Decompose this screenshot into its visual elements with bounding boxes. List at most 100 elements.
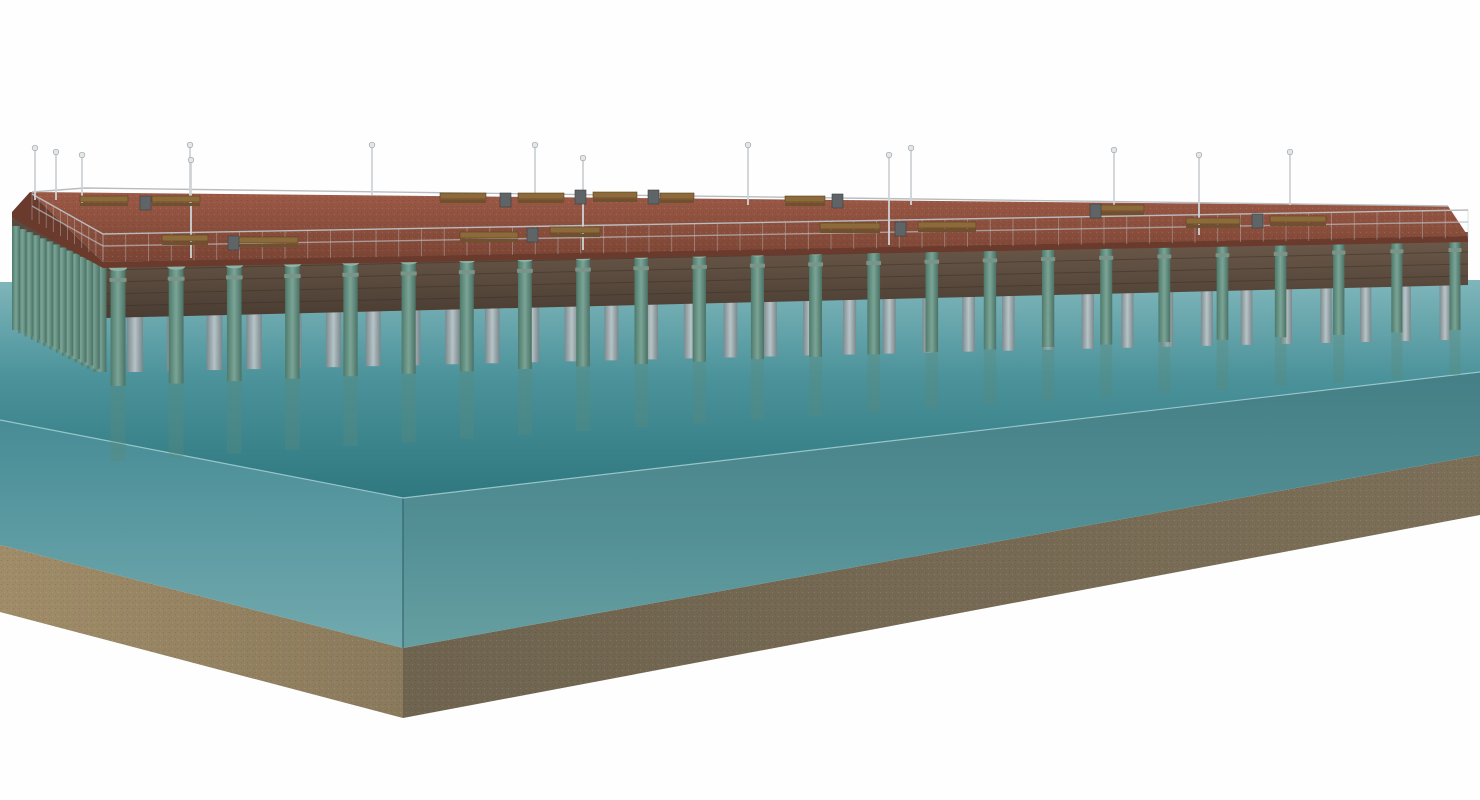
- lamp-head: [531, 141, 539, 149]
- bench: [439, 192, 487, 200]
- pile-band: [575, 267, 591, 272]
- front-pile: [925, 249, 939, 352]
- pile-reflection: [285, 378, 300, 450]
- pile-reflection: [168, 383, 184, 458]
- front-pile: [518, 258, 532, 369]
- bench-seat: [660, 200, 694, 203]
- trash-bin: [1089, 203, 1102, 219]
- lamp-head: [579, 154, 587, 162]
- front-pile: [1041, 247, 1055, 348]
- trash-bin: [526, 227, 539, 243]
- pile-band: [109, 278, 127, 282]
- lamp-head: [52, 148, 60, 156]
- pile-band: [1157, 254, 1172, 259]
- pile-band: [1390, 249, 1404, 254]
- front-pile: [1216, 243, 1229, 340]
- pile-reflection: [925, 351, 939, 409]
- pile-reflection: [1100, 344, 1113, 398]
- trash-bin: [227, 235, 240, 251]
- pile-reflection: [1216, 339, 1229, 390]
- bench: [459, 231, 519, 239]
- bench: [659, 192, 695, 200]
- pile-band: [691, 264, 707, 269]
- pile-reflection: [692, 361, 706, 424]
- pile-reflection: [867, 354, 881, 413]
- lamp-head: [368, 141, 376, 149]
- pile-reflection: [343, 376, 358, 447]
- bench: [1185, 217, 1241, 225]
- lamp-head: [1110, 146, 1118, 154]
- bench-seat: [820, 230, 880, 233]
- pile-reflection: [1449, 330, 1461, 375]
- front-pile: [1274, 241, 1287, 338]
- pile-band: [633, 266, 649, 271]
- pile-band: [1099, 255, 1114, 260]
- bench: [517, 192, 565, 200]
- pile-band: [458, 270, 475, 275]
- trash-bin: [499, 192, 512, 208]
- bench: [917, 221, 977, 229]
- bench-seat: [236, 244, 298, 247]
- bench: [235, 236, 299, 244]
- bench-seat: [440, 200, 486, 203]
- lamp-head: [907, 144, 915, 152]
- front-pile: [634, 256, 648, 365]
- pile-reflection: [518, 368, 532, 435]
- trash-bin: [894, 221, 907, 237]
- bench-seat: [162, 242, 208, 245]
- side-pile: [12, 226, 20, 330]
- scene-canvas: [0, 0, 1480, 800]
- pile-reflection: [459, 371, 474, 439]
- pile-reflection: [110, 386, 126, 461]
- pile-reflection: [634, 364, 648, 428]
- front-pile: [692, 254, 706, 362]
- front-pile: [750, 253, 764, 360]
- front-pile: [576, 257, 590, 367]
- pile-band: [225, 275, 243, 280]
- trash-bin: [574, 189, 587, 205]
- bench-seat: [152, 203, 200, 206]
- lamp-head: [1286, 148, 1294, 156]
- bench-seat: [1270, 223, 1326, 226]
- pile-band: [1215, 253, 1230, 258]
- pile-reflection: [1274, 337, 1287, 387]
- pile-band: [924, 259, 940, 264]
- lamp-head: [1195, 151, 1203, 159]
- front-pile: [867, 251, 881, 355]
- pile-reflection: [1391, 332, 1403, 379]
- lamp-head: [187, 156, 195, 164]
- bench-seat: [1100, 212, 1144, 215]
- bench-seat: [460, 239, 518, 242]
- bench-seat: [518, 200, 564, 203]
- bench-seat: [918, 229, 976, 232]
- pile-reflection: [983, 349, 997, 405]
- lamp-head: [78, 151, 86, 159]
- pile-band: [1273, 251, 1288, 256]
- pile-band: [866, 261, 882, 266]
- front-pile: [168, 266, 184, 384]
- pile-reflection: [809, 356, 823, 417]
- front-pile: [401, 261, 416, 374]
- trash-bin: [647, 189, 660, 205]
- pile-band: [1332, 250, 1346, 255]
- front-pile: [1100, 245, 1113, 345]
- trash-bin: [1251, 213, 1264, 229]
- pier-illustration: [0, 0, 1480, 800]
- pile-reflection: [226, 381, 242, 454]
- trash-bin: [139, 195, 152, 211]
- bench-seat: [1186, 225, 1240, 228]
- bench: [1099, 204, 1145, 212]
- lamp-head: [186, 141, 194, 149]
- pile-reflection: [401, 373, 416, 443]
- lamp-head: [885, 151, 893, 159]
- bench-seat: [785, 203, 825, 206]
- bench: [592, 191, 638, 199]
- pile-band: [1448, 248, 1462, 252]
- lamp-head: [31, 144, 39, 152]
- front-pile: [343, 262, 358, 377]
- front-pile: [809, 252, 823, 357]
- front-pile: [1333, 240, 1345, 335]
- pile-band: [808, 262, 824, 267]
- trash-bin: [831, 193, 844, 209]
- front-pile: [1158, 244, 1171, 343]
